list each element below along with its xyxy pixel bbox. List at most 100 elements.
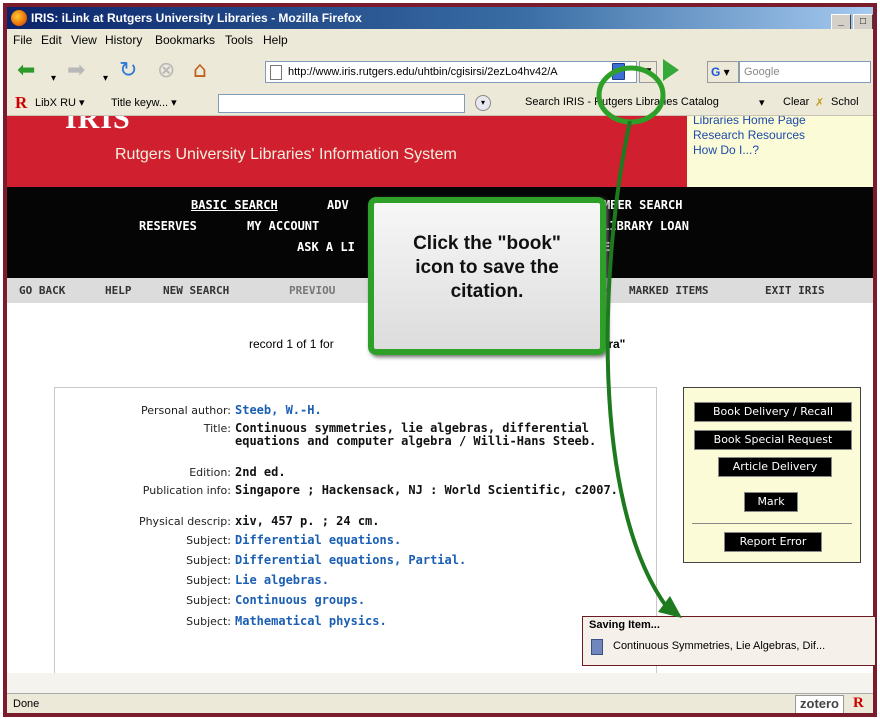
- exit-iris-link[interactable]: EXIT IRIS: [765, 284, 825, 297]
- marked-items-link[interactable]: MARKED ITEMS: [629, 284, 708, 297]
- record-summary: record 1 of 1 for gebra": [249, 337, 625, 351]
- url-bar[interactable]: http://www.iris.rutgers.edu/uhtbin/cgisi…: [265, 61, 637, 83]
- home-icon[interactable]: ⌂: [193, 59, 207, 83]
- subject-label: Subject:: [186, 574, 231, 587]
- edition-value: 2nd ed.: [235, 465, 286, 479]
- menu-edit[interactable]: Edit: [41, 33, 62, 47]
- divider: [692, 523, 852, 524]
- menu-view[interactable]: View: [71, 33, 97, 47]
- subject-link[interactable]: Continuous groups.: [235, 594, 635, 607]
- back-dropdown-icon[interactable]: ▾: [51, 67, 56, 91]
- author-label: Personal author:: [140, 404, 231, 417]
- publication-label: Publication info:: [142, 484, 231, 497]
- menu-tools[interactable]: Tools: [225, 33, 253, 47]
- search-engine-button[interactable]: G ▾: [707, 61, 739, 83]
- subject-link[interactable]: Differential equations, Partial.: [235, 554, 635, 567]
- reload-icon[interactable]: ↻: [119, 59, 137, 83]
- google-g-icon: G: [711, 65, 721, 79]
- callout-line: icon to save the: [415, 257, 559, 278]
- saving-item-title: Continuous Symmetries, Lie Algebras, Dif…: [613, 640, 826, 652]
- nav-advanced-search[interactable]: ADV: [327, 198, 349, 212]
- nav-basic-search[interactable]: BASIC SEARCH: [191, 198, 278, 212]
- nav-reserves[interactable]: RESERVES: [139, 219, 197, 233]
- forward-dropdown-icon[interactable]: ▾: [103, 67, 108, 91]
- book-icon: [591, 639, 603, 655]
- new-search-link[interactable]: NEW SEARCH: [163, 284, 229, 297]
- subject-label: Subject:: [186, 615, 231, 628]
- search-input[interactable]: Google: [739, 61, 871, 83]
- nav-number-search[interactable]: MBER SEARCH: [603, 198, 682, 212]
- libx-search-options-icon[interactable]: ▾: [475, 95, 491, 111]
- subject-link[interactable]: Differential equations.: [235, 534, 635, 547]
- mark-button[interactable]: Mark: [744, 492, 798, 512]
- nav-my-account[interactable]: MY ACCOUNT: [247, 219, 319, 233]
- libx-logo: R: [15, 93, 28, 112]
- iris-logo-text: IRIS: [65, 116, 131, 135]
- link-how-do-i[interactable]: How Do I...?: [693, 143, 759, 157]
- record-count: record 1 of 1 for: [249, 337, 334, 351]
- libx-search-input[interactable]: [218, 94, 465, 113]
- help-link[interactable]: HELP: [105, 284, 132, 297]
- page-icon: [270, 65, 282, 80]
- forward-arrow-icon[interactable]: ➡: [67, 59, 85, 83]
- menu-history[interactable]: History: [105, 33, 142, 47]
- go-back-link[interactable]: GO BACK: [19, 284, 65, 297]
- go-arrow-icon[interactable]: [663, 59, 679, 81]
- book-delivery-recall-button[interactable]: Book Delivery / Recall: [694, 402, 852, 422]
- zotero-saving-popup: Saving Item... Continuous Symmetries, Li…: [582, 616, 876, 666]
- callout-line: citation.: [450, 281, 524, 302]
- banner-subtitle: Rutgers University Libraries' Informatio…: [115, 146, 457, 163]
- browser-window: IRIS: iLink at Rutgers University Librar…: [3, 3, 877, 717]
- subject-label: Subject:: [186, 554, 231, 567]
- link-research-resources[interactable]: Research Resources: [693, 128, 805, 142]
- nav-ask-a-librarian[interactable]: ASK A LI: [297, 240, 355, 254]
- article-delivery-button[interactable]: Article Delivery: [718, 457, 832, 477]
- title-keyword-dropdown[interactable]: Title keyw... ▾: [111, 96, 177, 109]
- link-libraries-home[interactable]: Libraries Home Page: [693, 116, 806, 127]
- title-bar: IRIS: iLink at Rutgers University Librar…: [7, 7, 873, 32]
- physical-label: Physical descrip:: [138, 515, 231, 528]
- title-value: Continuous symmetries, lie algebras, dif…: [235, 421, 597, 448]
- libx-toolbar: R LibX RU ▾ Title keyw... ▾ ▾ Search IRI…: [7, 91, 873, 116]
- callout-line: Click the "book": [413, 233, 561, 254]
- nav-interlibrary-loan[interactable]: RLIBRARY LOAN: [595, 219, 689, 233]
- back-arrow-icon[interactable]: ⬅: [17, 59, 35, 83]
- edition-label: Edition:: [189, 466, 231, 479]
- firefox-icon: [11, 10, 27, 26]
- menu-bookmarks[interactable]: Bookmarks: [155, 33, 215, 47]
- libx-menu-button[interactable]: LibX RU ▾: [35, 96, 85, 109]
- menu-file[interactable]: File: [13, 33, 32, 47]
- author-link[interactable]: Steeb, W.-H.: [235, 404, 635, 417]
- menu-help[interactable]: Help: [263, 33, 288, 47]
- libx-menu-label: LibX RU: [35, 97, 76, 109]
- zotero-status-button[interactable]: zotero: [795, 695, 844, 713]
- zotero-book-icon[interactable]: [612, 63, 625, 80]
- title-label: Title:: [203, 422, 231, 435]
- scholar-button[interactable]: Schol: [831, 96, 859, 108]
- scholar-icon: ✗: [815, 97, 825, 109]
- record-details: Personal author: Steeb, W.-H. Title: Con…: [54, 387, 657, 673]
- subject-link[interactable]: Mathematical physics.: [235, 615, 635, 628]
- url-dropdown-icon[interactable]: ▼: [639, 61, 657, 83]
- subject-label: Subject:: [186, 594, 231, 607]
- subject-label: Subject:: [186, 534, 231, 547]
- status-bar: Done zotero R: [7, 693, 873, 713]
- clear-button[interactable]: Clear: [783, 96, 809, 108]
- stop-icon[interactable]: ⊗: [157, 59, 175, 83]
- title-keyword-label: Title keyw...: [111, 97, 169, 109]
- previous-link[interactable]: PREVIOU: [289, 284, 335, 297]
- search-placeholder: Google: [744, 66, 780, 78]
- search-iris-button[interactable]: Search IRIS - Rutgers Libraries Catalog: [525, 96, 719, 108]
- search-iris-dropdown-icon[interactable]: ▾: [759, 96, 765, 109]
- subject-link[interactable]: Lie algebras.: [235, 574, 635, 587]
- menu-bar: File Edit View History Bookmarks Tools H…: [7, 29, 873, 52]
- report-error-button[interactable]: Report Error: [724, 532, 822, 552]
- request-options: Book Delivery / Recall Book Special Requ…: [683, 387, 861, 563]
- navigation-toolbar: ⬅ ▾ ➡ ▾ ↻ ⊗ ⌂ http://www.iris.rutgers.ed…: [7, 51, 873, 92]
- book-special-request-button[interactable]: Book Special Request: [694, 430, 852, 450]
- libx-status-icon[interactable]: R: [853, 695, 864, 712]
- publication-value: Singapore ; Hackensack, NJ : World Scien…: [235, 483, 618, 497]
- instruction-callout: Click the "book" icon to save the citati…: [368, 197, 606, 355]
- url-text: http://www.iris.rutgers.edu/uhtbin/cgisi…: [288, 66, 558, 78]
- status-text: Done: [13, 698, 40, 710]
